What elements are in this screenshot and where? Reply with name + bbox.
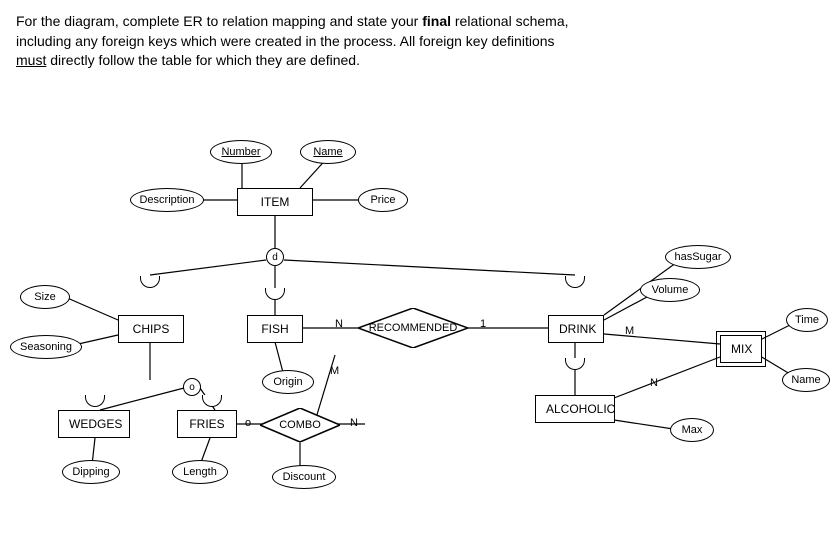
overlap-circle: o [183, 378, 201, 396]
rel-combo: COMBO [260, 408, 340, 442]
attr-origin: Origin [262, 370, 314, 394]
card-rec-n: N [335, 318, 343, 330]
entity-fries: FRIES [177, 410, 237, 438]
attr-seasoning: Seasoning [10, 335, 82, 359]
card-mix-m: M [625, 325, 634, 337]
attr-mix-name: Name [782, 368, 830, 392]
entity-mix: MIX [720, 335, 762, 363]
prompt-text-2: including any foreign keys which were cr… [16, 33, 555, 49]
attr-name: Name [300, 140, 356, 164]
attr-time: Time [786, 308, 828, 332]
prompt-text-1: For the diagram, complete ER to relation… [16, 13, 422, 29]
prompt-text-1b: relational schema, [451, 13, 569, 29]
attr-dipping: Dipping [62, 460, 120, 484]
card-combo-m: M [330, 365, 339, 377]
attr-price: Price [358, 188, 408, 212]
subset-arc-wedges [85, 395, 105, 407]
question-prompt: For the diagram, complete ER to relation… [16, 12, 814, 71]
attr-max: Max [670, 418, 714, 442]
attr-length: Length [172, 460, 228, 484]
entity-chips: CHIPS [118, 315, 184, 343]
entity-fish: FISH [247, 315, 303, 343]
attr-number: Number [210, 140, 272, 164]
prompt-text-3: directly follow the table for which they… [46, 52, 360, 68]
subset-arc-chips [140, 276, 160, 288]
prompt-must: must [16, 52, 46, 68]
disjoint-circle: d [266, 248, 284, 266]
subset-arc-fries [202, 395, 222, 407]
subset-arc-fish [265, 288, 285, 300]
entity-alcoholic: ALCOHOLIC [535, 395, 615, 423]
subset-arc-drink [565, 276, 585, 288]
entity-wedges: WEDGES [58, 410, 130, 438]
attr-volume: Volume [640, 278, 700, 302]
rel-recommended: RECOMMENDED [358, 308, 468, 348]
card-rec-1: 1 [480, 318, 486, 330]
attr-hassugar: hasSugar [665, 245, 731, 269]
attr-size: Size [20, 285, 70, 309]
subset-arc-alcoholic [565, 358, 585, 370]
entity-drink: DRINK [548, 315, 604, 343]
card-combo-n: N [350, 417, 358, 429]
entity-item: ITEM [237, 188, 313, 216]
attr-description: Description [130, 188, 204, 212]
er-diagram: Number Name Description ITEM Price d Siz… [0, 120, 830, 540]
card-mix-n: N [650, 377, 658, 389]
prompt-final: final [422, 13, 451, 29]
attr-discount: Discount [272, 465, 336, 489]
card-combo-o: o [245, 417, 251, 429]
